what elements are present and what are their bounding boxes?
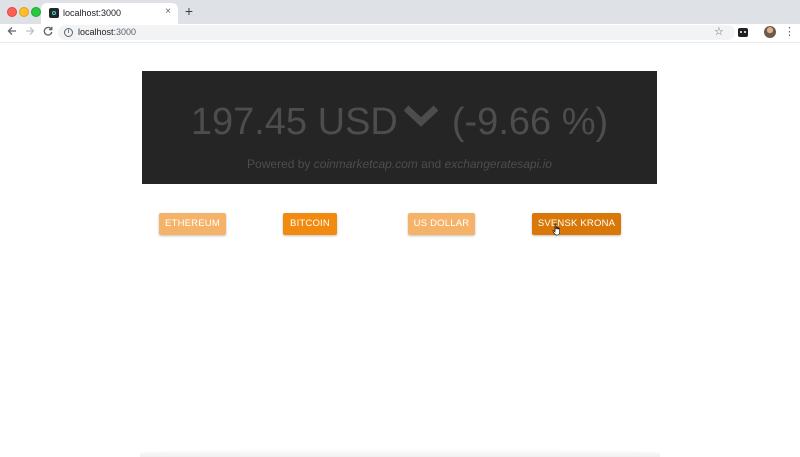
- tab-title: localhost:3000: [63, 8, 122, 18]
- avatar[interactable]: [764, 26, 776, 38]
- svensk-krona-button[interactable]: SVENSK KRONA: [532, 213, 621, 235]
- chevron-down-icon: [403, 105, 438, 127]
- us-dollar-button[interactable]: US DOLLAR: [408, 213, 475, 235]
- address-bar[interactable]: i localhost:3000: [58, 25, 735, 40]
- url-text: localhost:3000: [78, 27, 137, 37]
- minimize-window-button[interactable]: [19, 7, 29, 17]
- favicon-icon: [49, 8, 59, 18]
- source-exchangeratesapi: exchangeratesapi.io: [444, 157, 552, 171]
- price-currency: USD: [317, 100, 398, 143]
- info-icon[interactable]: i: [64, 28, 73, 37]
- price-change: (-9.66 %): [451, 100, 609, 143]
- browser-tab[interactable]: localhost:3000 ×: [41, 3, 178, 24]
- extension-icon[interactable]: [738, 28, 748, 37]
- source-coinmarketcap: coinmarketcap.com: [313, 157, 418, 171]
- price-card: 197.45 USD (-9.66 %) Powered by coinmarke…: [142, 71, 657, 184]
- new-tab-button[interactable]: +: [182, 4, 196, 18]
- close-window-button[interactable]: [7, 7, 17, 17]
- price-value: 197.45: [190, 100, 308, 143]
- browser-tabstrip: localhost:3000 × +: [0, 0, 800, 24]
- bitcoin-button[interactable]: BITCOIN: [283, 213, 337, 235]
- hand-cursor-icon: [552, 223, 560, 236]
- reload-icon[interactable]: [41, 25, 55, 39]
- ethereum-button[interactable]: ETHEREUM: [159, 213, 226, 235]
- price-line: 197.45 USD (-9.66 %): [142, 98, 657, 144]
- browser-toolbar: i localhost:3000: [0, 24, 800, 43]
- powered-by-text: Powered by coinmarketcap.com and exchang…: [247, 157, 552, 171]
- tab-close-icon[interactable]: ×: [165, 6, 171, 18]
- star-icon[interactable]: ☆: [714, 26, 724, 38]
- maximize-window-button[interactable]: [31, 7, 41, 17]
- page-bottom-shadow: [140, 449, 660, 457]
- forward-arrow-icon[interactable]: [23, 25, 37, 39]
- menu-dots-icon[interactable]: ⋮: [784, 26, 795, 38]
- back-arrow-icon[interactable]: [5, 25, 19, 39]
